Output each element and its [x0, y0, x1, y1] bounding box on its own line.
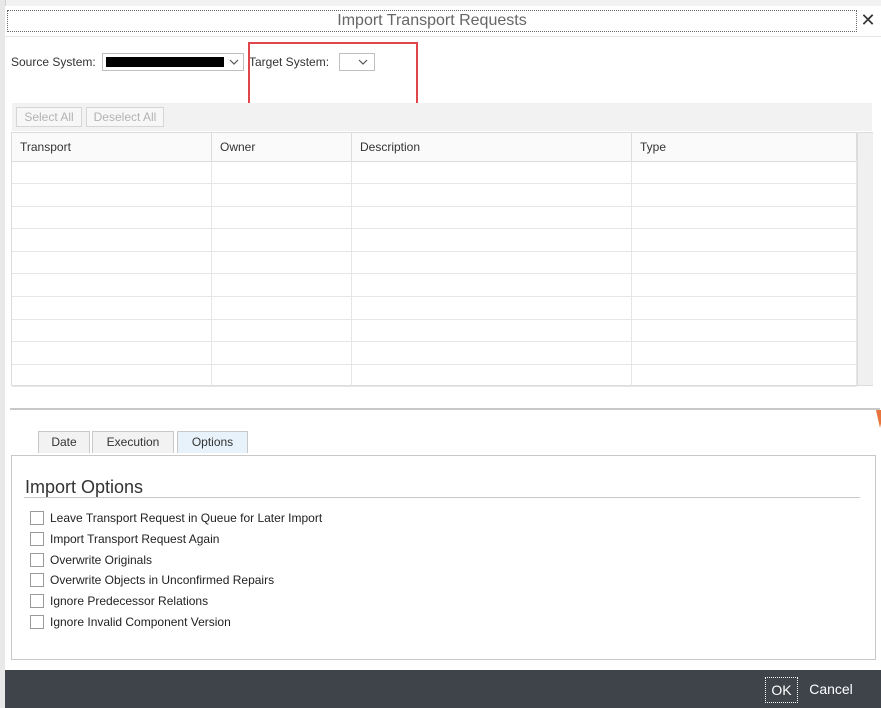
- checkbox[interactable]: [30, 553, 44, 567]
- tab-execution[interactable]: Execution: [92, 431, 174, 453]
- table-header: Transport Owner Description Type: [12, 133, 857, 162]
- option-label: Overwrite Objects in Unconfirmed Repairs: [50, 573, 275, 587]
- close-icon[interactable]: ✕: [859, 11, 877, 29]
- table-cell: [212, 206, 352, 229]
- table-cell: [12, 319, 212, 342]
- table-cell: [212, 364, 352, 387]
- table-cell: [352, 296, 632, 319]
- option-label: Overwrite Originals: [50, 553, 153, 567]
- checkbox[interactable]: [30, 573, 44, 587]
- option-label: Ignore Invalid Component Version: [50, 615, 231, 629]
- table-cell: [12, 251, 212, 274]
- dialog-footer: OK Cancel: [5, 670, 881, 708]
- table-cell: [352, 206, 632, 229]
- table-scrollbar[interactable]: [857, 133, 873, 385]
- import-options-title: Import Options: [25, 477, 144, 497]
- checkbox[interactable]: [30, 615, 44, 629]
- table-row[interactable]: [12, 274, 857, 297]
- table-cell: [632, 296, 857, 319]
- table-cell: [352, 183, 632, 206]
- table-row[interactable]: [12, 183, 857, 207]
- dialog-title: Import Transport Requests: [7, 10, 857, 32]
- checkbox[interactable]: [30, 532, 44, 546]
- column-header-type[interactable]: Type: [632, 133, 857, 161]
- option-label: Ignore Predecessor Relations: [50, 594, 209, 608]
- table-cell: [352, 341, 632, 364]
- column-header-transport[interactable]: Transport: [12, 133, 212, 161]
- table-cell: [632, 228, 857, 251]
- table-cell: [12, 274, 212, 296]
- table-cell: [352, 251, 632, 274]
- tab-date[interactable]: Date: [38, 431, 90, 453]
- table-cell: [212, 341, 352, 364]
- deselect-all-button[interactable]: Deselect All: [86, 107, 164, 127]
- table-cell: [12, 228, 212, 251]
- table-cell: [352, 161, 632, 183]
- table-cell: [212, 183, 352, 206]
- table-cell: [212, 274, 352, 296]
- table-cell: [12, 364, 212, 387]
- cancel-button[interactable]: Cancel: [803, 677, 859, 703]
- table-cell: [12, 161, 212, 183]
- table-row[interactable]: [12, 161, 857, 184]
- table-cell: [12, 296, 212, 319]
- table-cell: [212, 296, 352, 319]
- table-cell: [632, 319, 857, 342]
- option-label: Leave Transport Request in Queue for Lat…: [50, 511, 323, 525]
- import-transport-dialog: Import Transport Requests ✕ Source Syste…: [5, 6, 881, 708]
- table-row[interactable]: [12, 319, 857, 343]
- column-header-owner[interactable]: Owner: [212, 133, 352, 161]
- table-cell: [352, 319, 632, 342]
- option-label: Import Transport Request Again: [50, 532, 220, 546]
- ok-button[interactable]: OK: [765, 677, 798, 703]
- pane-splitter[interactable]: [10, 408, 880, 410]
- table-cell: [352, 228, 632, 251]
- table-toolbar: Select All Deselect All: [12, 103, 872, 131]
- table-row[interactable]: [12, 251, 857, 275]
- orange-marker: [876, 410, 881, 428]
- table-cell: [212, 251, 352, 274]
- table-row[interactable]: [12, 364, 857, 388]
- table-row[interactable]: [12, 228, 857, 252]
- select-all-button[interactable]: Select All: [16, 107, 82, 127]
- redacted-value: [106, 57, 224, 67]
- table-cell: [12, 183, 212, 206]
- table-cell: [632, 274, 857, 296]
- table-cell: [12, 206, 212, 229]
- source-system-label: Source System:: [11, 55, 96, 69]
- table-cell: [632, 206, 857, 229]
- table-cell: [212, 161, 352, 183]
- dialog-titlebar: Import Transport Requests ✕: [5, 6, 881, 37]
- checkbox[interactable]: [30, 511, 44, 525]
- title-divider: [24, 497, 860, 498]
- checkbox[interactable]: [30, 594, 44, 608]
- table-cell: [352, 364, 632, 387]
- source-system-select[interactable]: [102, 53, 244, 71]
- table-cell: [212, 319, 352, 342]
- transport-table: Transport Owner Description Type: [11, 132, 873, 388]
- table-row[interactable]: [12, 206, 857, 230]
- table-cell: [632, 251, 857, 274]
- table-row[interactable]: [12, 296, 857, 320]
- table-cell: [632, 341, 857, 364]
- options-panel: Import Options Leave Transport Request i…: [11, 455, 876, 660]
- table-cell: [632, 364, 857, 387]
- table-cell: [212, 228, 352, 251]
- tab-options[interactable]: Options: [177, 431, 248, 453]
- table-cell: [632, 161, 857, 183]
- table-row[interactable]: [12, 341, 857, 365]
- chevron-down-icon: [229, 59, 239, 65]
- column-header-description[interactable]: Description: [352, 133, 632, 161]
- table-cell: [12, 341, 212, 364]
- table-cell: [352, 274, 632, 296]
- table-cell: [632, 183, 857, 206]
